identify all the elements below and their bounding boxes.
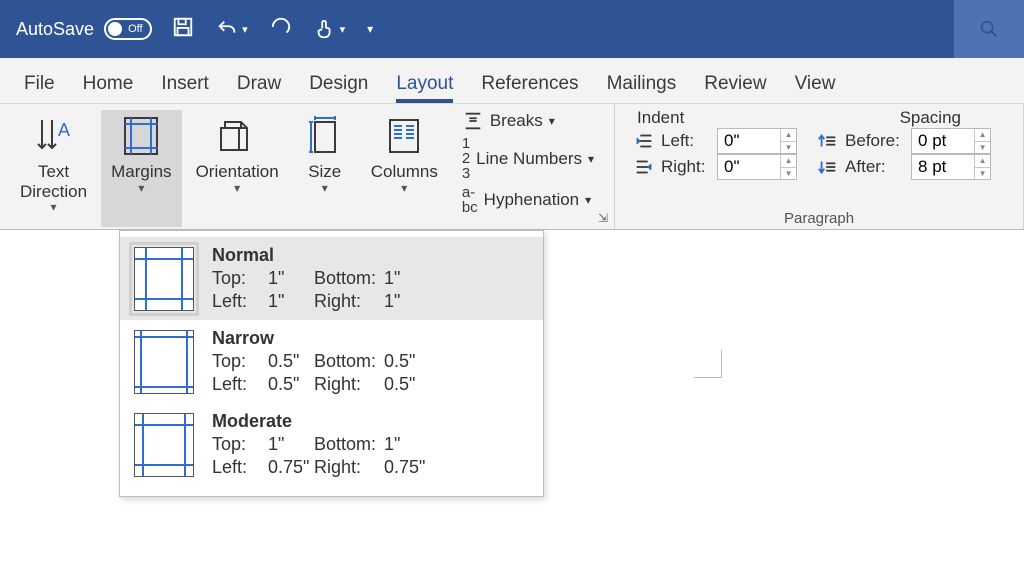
tab-home[interactable]: Home: [83, 73, 134, 103]
quick-access-toolbar: ▾ ▾ ▾: [172, 16, 373, 43]
title-bar: AutoSave Off ▾ ▾ ▾: [0, 0, 1024, 58]
columns-button[interactable]: Columns ▾: [361, 110, 448, 227]
margins-option-narrow[interactable]: Narrow Top:0.5" Bottom:0.5" Left:0.5" Ri…: [120, 320, 543, 403]
indent-right-icon: [633, 156, 655, 178]
page-corner-guide: [694, 350, 722, 378]
page-setup-launcher-icon[interactable]: ⇲: [598, 211, 608, 225]
indent-left-input[interactable]: [718, 129, 780, 153]
redo-icon[interactable]: [270, 16, 292, 43]
autosave-label: AutoSave: [16, 19, 94, 40]
indent-left-spinner[interactable]: ▲▼: [717, 128, 797, 154]
size-icon: [303, 112, 347, 160]
tab-layout[interactable]: Layout: [396, 73, 453, 103]
spacing-after-icon: [817, 156, 839, 178]
indent-title: Indent: [637, 108, 684, 128]
toggle-state: Off: [128, 23, 142, 35]
chevron-down-icon: ▾: [322, 184, 328, 194]
autosave-toggle[interactable]: AutoSave Off: [16, 18, 152, 40]
line-numbers-button[interactable]: 123 Line Numbers▾: [462, 136, 594, 181]
chevron-down-icon: ▾: [138, 184, 144, 194]
indent-right-spinner[interactable]: ▲▼: [717, 154, 797, 180]
hyphenation-button[interactable]: a-bc Hyphenation▾: [462, 185, 594, 215]
touch-mode-icon[interactable]: ▾: [314, 18, 346, 40]
tab-mailings[interactable]: Mailings: [607, 73, 677, 103]
tab-file[interactable]: File: [24, 73, 55, 103]
svg-text:A: A: [58, 120, 70, 140]
indent-left-icon: [633, 130, 655, 152]
margins-option-normal[interactable]: Normal Top:1" Bottom:1" Left:1" Right:1": [120, 237, 543, 320]
breaks-button[interactable]: Breaks▾: [462, 110, 594, 132]
spacing-before-input[interactable]: [912, 129, 974, 153]
search-icon: [978, 18, 1000, 40]
spacing-after-spinner[interactable]: ▲▼: [911, 154, 991, 180]
customize-qat-icon[interactable]: ▾: [367, 22, 373, 36]
chevron-down-icon: ▾: [51, 203, 57, 213]
indent-right-input[interactable]: [718, 155, 780, 179]
columns-icon: [382, 112, 426, 160]
search-button[interactable]: [954, 0, 1024, 58]
page-setup-small-buttons: Breaks▾ 123 Line Numbers▾ a-bc Hyphenati…: [452, 110, 604, 227]
save-icon[interactable]: [172, 16, 194, 43]
spacing-after-label: After:: [845, 157, 905, 177]
line-numbers-icon: 123: [462, 136, 470, 181]
indent-right-label: Right:: [661, 157, 711, 177]
group-page-setup: A Text Direction ▾ Margins ▾ Orientation…: [0, 104, 615, 229]
toggle-knob: [108, 22, 122, 36]
orientation-icon: [215, 112, 259, 160]
paragraph-caption: Paragraph: [615, 210, 1023, 227]
orientation-button[interactable]: Orientation ▾: [186, 110, 289, 227]
tab-design[interactable]: Design: [309, 73, 368, 103]
margins-button[interactable]: Margins ▾: [101, 110, 181, 227]
ribbon-tabs: File Home Insert Draw Design Layout Refe…: [0, 58, 1024, 104]
chevron-down-icon: ▾: [234, 184, 240, 194]
toggle-switch[interactable]: Off: [104, 18, 152, 40]
document-canvas[interactable]: [544, 230, 1024, 582]
margins-dropdown: Normal Top:1" Bottom:1" Left:1" Right:1"…: [119, 230, 544, 497]
size-button[interactable]: Size ▾: [293, 110, 357, 227]
hyphenation-icon: a-bc: [462, 185, 478, 215]
tab-insert[interactable]: Insert: [161, 73, 209, 103]
indent-left-label: Left:: [661, 131, 711, 151]
spacing-before-spinner[interactable]: ▲▼: [911, 128, 991, 154]
undo-icon[interactable]: ▾: [216, 18, 248, 40]
spacing-after-input[interactable]: [912, 155, 974, 179]
tab-review[interactable]: Review: [704, 73, 766, 103]
text-direction-icon: A: [32, 112, 76, 160]
margins-normal-thumb: [134, 247, 194, 311]
margins-moderate-thumb: [134, 413, 194, 477]
group-paragraph: Indent Spacing Left: ▲▼ Before: ▲▼ Right…: [615, 104, 1024, 229]
margins-icon: [119, 112, 163, 160]
margins-option-moderate[interactable]: Moderate Top:1" Bottom:1" Left:0.75" Rig…: [120, 403, 543, 486]
ribbon-body: A Text Direction ▾ Margins ▾ Orientation…: [0, 104, 1024, 230]
spacing-before-label: Before:: [845, 131, 905, 151]
chevron-down-icon: ▾: [401, 184, 407, 194]
margins-narrow-thumb: [134, 330, 194, 394]
text-direction-button[interactable]: A Text Direction ▾: [10, 110, 97, 227]
tab-draw[interactable]: Draw: [237, 73, 281, 103]
spacing-title: Spacing: [900, 108, 961, 128]
breaks-icon: [462, 110, 484, 132]
tab-references[interactable]: References: [481, 73, 578, 103]
spacing-before-icon: [817, 130, 839, 152]
tab-view[interactable]: View: [795, 73, 836, 103]
